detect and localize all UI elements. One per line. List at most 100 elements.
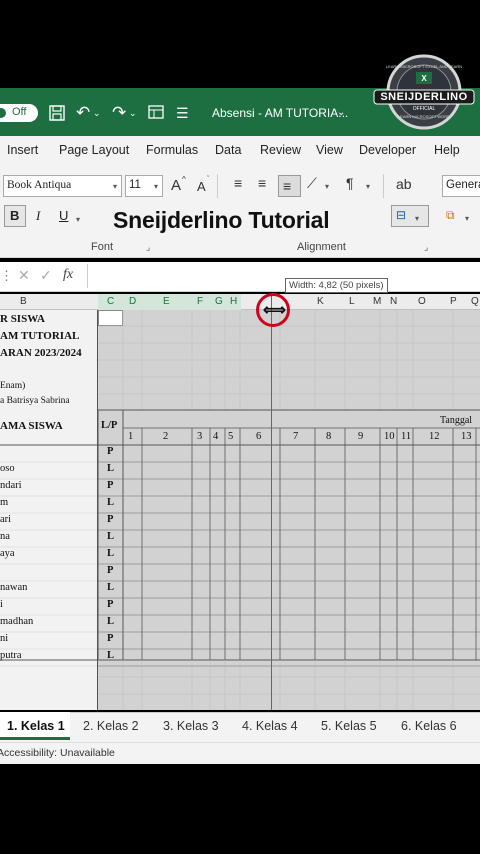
student-gender[interactable]: P	[107, 480, 113, 491]
col-header-m[interactable]: M	[373, 296, 381, 307]
sheet-tab-6[interactable]: 6. Kelas 6	[401, 719, 457, 733]
tab-data[interactable]: Data	[215, 143, 241, 157]
sheet-tab-3[interactable]: 3. Kelas 3	[163, 719, 219, 733]
align-top-icon[interactable]: ≡	[234, 175, 242, 191]
sheet-tab-5[interactable]: 5. Kelas 5	[321, 719, 377, 733]
text-direction-dropdown-icon[interactable]: ▾	[366, 182, 370, 191]
student-name[interactable]: m	[0, 497, 8, 508]
undo-dropdown-icon[interactable]: ⌄	[93, 104, 101, 122]
student-name[interactable]: madhan	[0, 616, 33, 627]
col-header-p[interactable]: P	[450, 296, 457, 307]
font-name-box[interactable]: Book Antiqua	[3, 175, 122, 197]
underline-icon[interactable]: U	[59, 208, 68, 223]
col-header-l[interactable]: L	[349, 296, 355, 307]
resize-cursor-icon: ⟺	[263, 302, 286, 319]
tab-review[interactable]: Review	[260, 143, 301, 157]
title-dropdown-icon[interactable]: ⌄	[337, 104, 345, 122]
logo-ring-top: LEARN MICROSOFT EXCEL AND LEARN	[385, 64, 463, 69]
sheet-tab-2[interactable]: 2. Kelas 2	[83, 719, 139, 733]
student-name[interactable]: aya	[0, 548, 15, 559]
student-name[interactable]: oso	[0, 463, 15, 474]
student-gender[interactable]: L	[107, 531, 114, 542]
alignment-group-label: Alignment	[297, 241, 346, 253]
tab-help[interactable]: Help	[434, 143, 460, 157]
tab-page-layout[interactable]: Page Layout	[59, 143, 129, 157]
col-header-d[interactable]: D	[129, 296, 136, 307]
number-format-box[interactable]: Genera	[442, 175, 480, 197]
video-caption: Sneijderlino Tutorial	[113, 207, 330, 233]
save-icon[interactable]	[48, 104, 66, 126]
orientation-dropdown-icon[interactable]: ▾	[325, 182, 329, 191]
student-gender[interactable]: L	[107, 548, 114, 559]
autosave-label: Off	[12, 106, 27, 118]
student-name[interactable]: ni	[0, 633, 8, 644]
wrap-text-icon[interactable]: ab	[396, 176, 412, 192]
student-gender[interactable]: P	[107, 514, 113, 525]
sheet-tab-1[interactable]: 1. Kelas 1	[7, 719, 65, 733]
student-gender[interactable]: P	[107, 446, 113, 457]
col-header-h[interactable]: H	[230, 296, 237, 307]
student-name[interactable]: na	[0, 531, 10, 542]
header-lp: L/P	[101, 420, 118, 431]
alignment-dialog-launcher-icon[interactable]: ⌟	[424, 242, 428, 253]
redo-icon[interactable]: ↷	[112, 104, 126, 122]
class-info-1: Enam)	[0, 381, 26, 391]
grow-font-icon[interactable]: A	[171, 177, 181, 194]
col-header-o[interactable]: O	[418, 296, 426, 307]
currency-dropdown-icon[interactable]: ▾	[465, 214, 469, 223]
shrink-font-caret-icon: ˇ	[207, 176, 210, 183]
student-name[interactable]: putra	[0, 650, 22, 661]
tab-developer[interactable]: Developer	[359, 143, 416, 157]
student-gender[interactable]: P	[107, 565, 113, 576]
font-dialog-launcher-icon[interactable]: ⌟	[146, 242, 150, 253]
font-name-dropdown-icon[interactable]: ▾	[113, 182, 117, 191]
grow-font-caret-icon: ^	[182, 175, 186, 184]
col-header-e[interactable]: E	[163, 296, 170, 307]
cancel-icon[interactable]: ✕	[18, 267, 30, 284]
align-middle-icon[interactable]: ≡	[258, 175, 266, 191]
logo-ring-bottom: LEARN MICROSOFT WORD	[397, 114, 451, 119]
student-gender[interactable]: P	[107, 599, 113, 610]
student-name[interactable]: ari	[0, 514, 11, 525]
student-name[interactable]: ndari	[0, 480, 22, 491]
redo-dropdown-icon[interactable]: ⌄	[129, 104, 137, 122]
student-name[interactable]: i	[0, 599, 3, 610]
logo-official: OFFICIAL	[412, 106, 436, 112]
formula-input[interactable]	[87, 264, 480, 288]
col-header-g[interactable]: G	[215, 296, 223, 307]
tab-view[interactable]: View	[316, 143, 343, 157]
col-header-c[interactable]: C	[107, 296, 114, 307]
sheet-tab-4[interactable]: 4. Kelas 4	[242, 719, 298, 733]
day-number: 3	[197, 431, 203, 442]
enter-icon[interactable]: ✓	[40, 267, 52, 284]
orientation-icon[interactable]: ⟋	[307, 175, 317, 192]
italic-icon[interactable]: I	[36, 208, 40, 224]
student-gender[interactable]: L	[107, 497, 114, 508]
customize-toolbar-icon[interactable]: ☰	[176, 104, 189, 122]
tab-formulas[interactable]: Formulas	[146, 143, 198, 157]
student-gender[interactable]: L	[107, 650, 114, 661]
tab-insert[interactable]: Insert	[7, 143, 38, 157]
undo-icon[interactable]: ↶	[76, 104, 90, 122]
col-header-q[interactable]: Q	[471, 296, 479, 307]
merge-dropdown-icon[interactable]: ▾	[415, 214, 419, 223]
font-size-dropdown-icon[interactable]: ▾	[154, 182, 158, 191]
currency-icon[interactable]: ⧉	[446, 208, 455, 223]
shrink-font-icon[interactable]: A	[197, 179, 206, 194]
namebox-more-icon[interactable]: ⋮	[0, 268, 13, 284]
student-gender[interactable]: L	[107, 463, 114, 474]
font-group-label: Font	[91, 241, 114, 253]
underline-dropdown-icon[interactable]: ▾	[76, 215, 80, 224]
student-gender[interactable]: L	[107, 582, 114, 593]
student-name[interactable]: nawan	[0, 582, 27, 593]
day-number: 12	[429, 431, 440, 442]
student-gender[interactable]: P	[107, 633, 113, 644]
col-header-n[interactable]: N	[390, 296, 397, 307]
form-icon[interactable]	[148, 104, 164, 124]
student-gender[interactable]: L	[107, 616, 114, 627]
col-header-f[interactable]: F	[197, 296, 203, 307]
insert-function-icon[interactable]: fx	[63, 267, 73, 283]
col-header-k[interactable]: K	[317, 296, 324, 307]
col-header-b[interactable]: B	[20, 296, 27, 307]
text-direction-icon[interactable]: ¶	[346, 175, 354, 191]
